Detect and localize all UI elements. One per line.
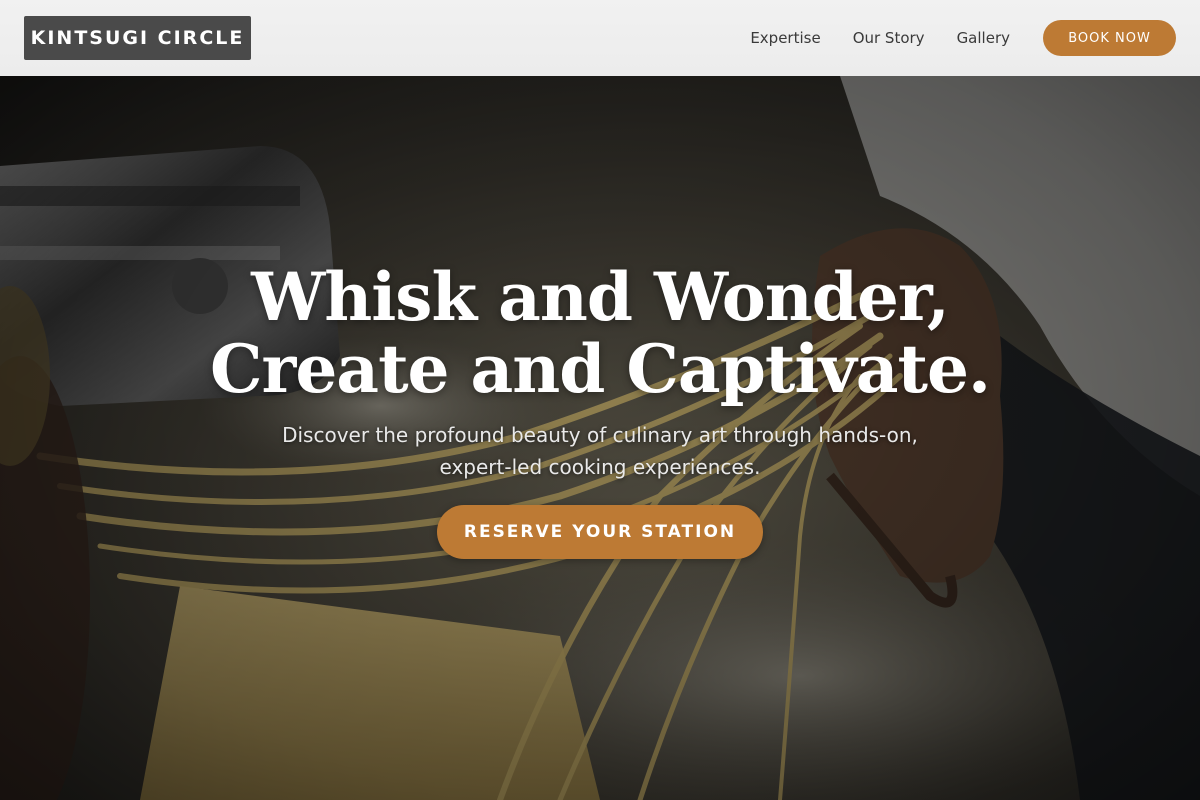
nav-link-gallery[interactable]: Gallery — [957, 29, 1010, 47]
nav-link-expertise[interactable]: Expertise — [750, 29, 820, 47]
hero-title: Whisk and Wonder, Create and Captivate. — [0, 261, 1200, 405]
hero-title-line-1: Whisk and Wonder, — [251, 258, 950, 336]
main-nav: Expertise Our Story Gallery BOOK NOW — [718, 20, 1176, 56]
reserve-station-button[interactable]: RESERVE YOUR STATION — [437, 505, 763, 559]
hero-section: Whisk and Wonder, Create and Captivate. … — [0, 76, 1200, 800]
hero-subtitle: Discover the profound beauty of culinary… — [250, 419, 950, 483]
book-now-button[interactable]: BOOK NOW — [1043, 20, 1176, 56]
hero-content: Whisk and Wonder, Create and Captivate. … — [0, 261, 1200, 559]
hero-subtitle-line-2: expert-led cooking experiences. — [439, 455, 761, 479]
nav-link-our-story[interactable]: Our Story — [853, 29, 925, 47]
hero-subtitle-line-1: Discover the profound beauty of culinary… — [282, 423, 918, 447]
site-header: KINTSUGI CIRCLE Expertise Our Story Gall… — [0, 0, 1200, 76]
hero-title-line-2: Create and Captivate. — [210, 330, 991, 408]
brand-logo[interactable]: KINTSUGI CIRCLE — [24, 16, 251, 60]
